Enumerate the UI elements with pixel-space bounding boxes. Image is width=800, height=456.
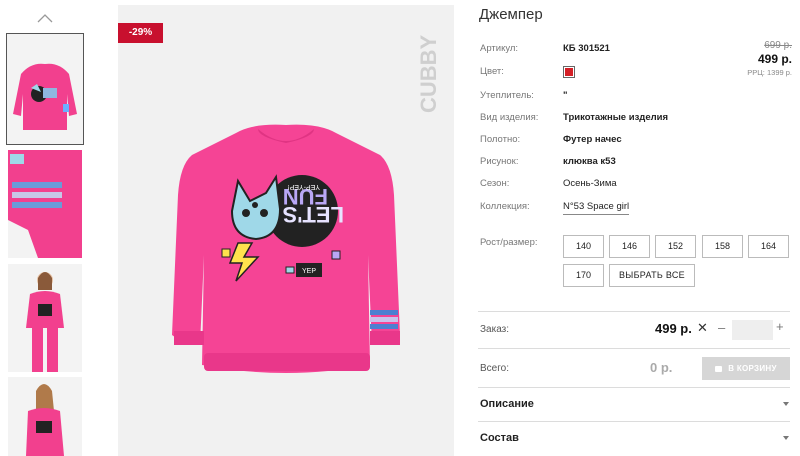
product-info-panel: Джемпер 699 р. 499 р. РРЦ: 1399 р. Артик… <box>478 0 800 456</box>
quantity-input[interactable] <box>732 320 773 340</box>
select-all-sizes-button[interactable]: ВЫБРАТЬ ВСЕ <box>609 264 695 287</box>
spec-label-article: Артикул: <box>480 43 519 54</box>
divider <box>478 421 790 422</box>
spec-value-season: Осень-Зима <box>563 178 617 189</box>
divider <box>478 348 790 349</box>
order-label: Заказ: <box>480 324 510 335</box>
size-option-170[interactable]: 170 <box>563 264 604 287</box>
collection-link[interactable]: N°53 Space girl <box>563 201 630 215</box>
artwork-yep-yep: YEP-YEP! <box>288 183 320 190</box>
thumbnail-model-side[interactable] <box>8 377 82 456</box>
product-title: Джемпер <box>479 6 543 23</box>
quantity-increase-button[interactable]: + <box>776 319 784 334</box>
chevron-down-icon[interactable] <box>783 402 789 406</box>
chevron-down-icon[interactable] <box>783 436 789 440</box>
spec-value-article: КБ 301521 <box>563 43 610 54</box>
spec-value-fabric: Футер начес <box>563 134 622 145</box>
spec-label-product-type: Вид изделия: <box>480 112 539 123</box>
size-option-146[interactable]: 146 <box>609 235 650 258</box>
total-label: Всего: <box>480 363 509 374</box>
thumbnail-gallery <box>0 0 90 456</box>
divider <box>478 387 790 388</box>
spec-label-color: Цвет: <box>480 66 504 77</box>
spec-label-fabric: Полотно: <box>480 134 521 145</box>
total-value: 0 р. <box>650 360 673 375</box>
size-label: Рост/размер: <box>480 237 538 248</box>
add-to-cart-button[interactable]: В КОРЗИНУ <box>702 357 790 380</box>
spec-label-season: Сезон: <box>480 178 510 189</box>
spec-label-insulation: Утеплитель: <box>480 90 534 101</box>
thumbnail-sleeve-detail[interactable] <box>8 150 82 258</box>
old-price: 699 р. <box>764 40 792 51</box>
spec-label-collection: Коллекция: <box>480 201 530 212</box>
artwork-yep: YEP <box>302 268 316 275</box>
size-option-164[interactable]: 164 <box>748 235 789 258</box>
divider <box>478 311 790 312</box>
size-option-152[interactable]: 152 <box>655 235 696 258</box>
spec-value-product-type: Трикотажные изделия <box>563 112 669 123</box>
size-option-158[interactable]: 158 <box>702 235 743 258</box>
sweatshirt-illustration: LET'S FUN YEP-YEP! YEP <box>172 124 400 374</box>
spec-value-insulation: " <box>563 90 568 101</box>
product-main-image[interactable]: -29% CUBBY LET'S FUN YEP-YEP! YEP <box>118 5 454 456</box>
order-price: 499 р. <box>655 321 692 336</box>
chevron-up-icon[interactable] <box>36 12 54 24</box>
size-option-140[interactable]: 140 <box>563 235 604 258</box>
spec-value-pattern: клюква к53 <box>563 156 616 167</box>
cart-icon <box>715 365 723 372</box>
rrp-price: РРЦ: 1399 р. <box>747 68 792 77</box>
add-to-cart-label: В КОРЗИНУ <box>728 364 777 373</box>
times-icon: ✕ <box>697 320 708 335</box>
thumbnail-front[interactable] <box>6 33 84 145</box>
spec-label-pattern: Рисунок: <box>480 156 519 167</box>
current-price: 499 р. <box>757 52 792 66</box>
thumbnail-model-front[interactable] <box>8 264 82 372</box>
accordion-composition[interactable]: Состав <box>480 432 519 444</box>
accordion-description[interactable]: Описание <box>480 398 534 410</box>
color-swatch[interactable] <box>563 66 575 78</box>
quantity-decrease-button[interactable]: – <box>718 320 725 335</box>
